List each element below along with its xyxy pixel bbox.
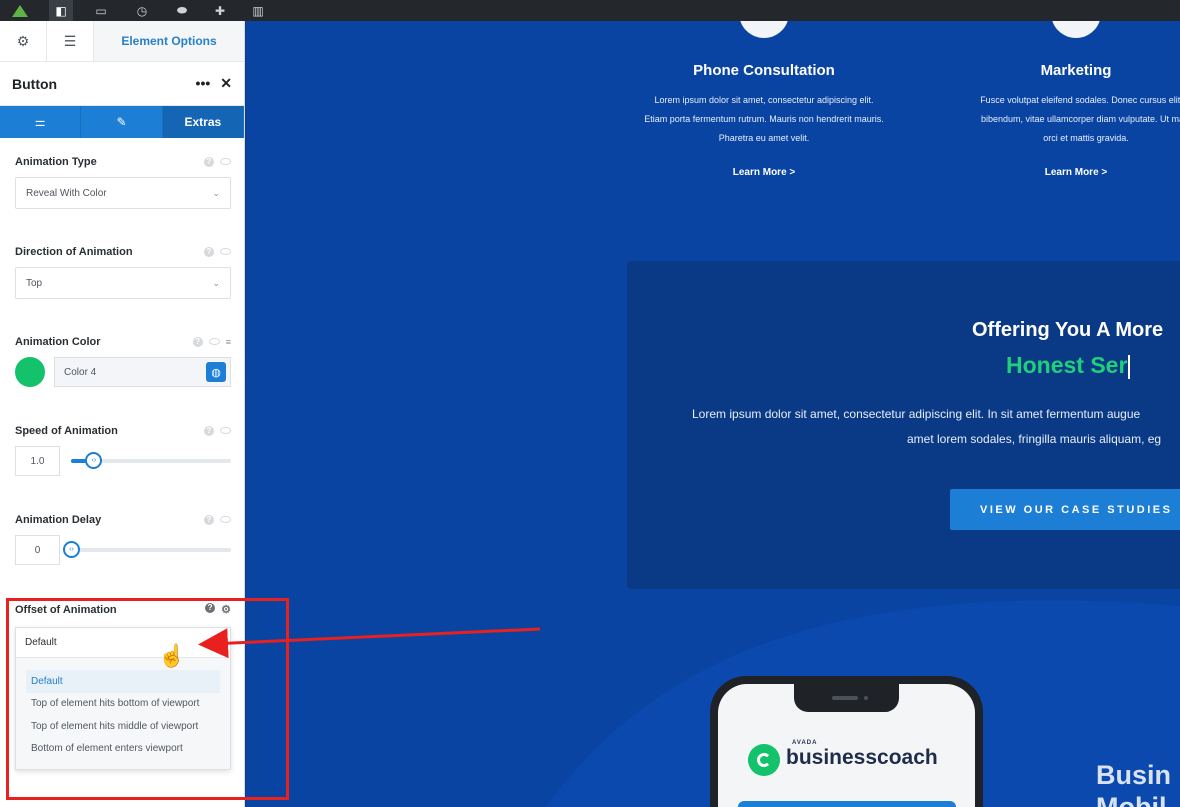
close-icon[interactable]: ✕ [220,75,232,92]
section-heading-partial: Busin Mobil [1096,759,1171,807]
avada-logo-icon[interactable] [8,0,32,21]
phone-screen: AVADA businesscoach [718,684,975,807]
preview-eye-icon[interactable] [220,158,231,165]
heading-line: Mobil [1096,792,1167,807]
page-preview: Phone Consultation Lorem ipsum dolor sit… [246,21,1180,807]
feature-text: Fusce volutpat eleifend sodales. Donec c… [926,91,1180,148]
feature-title: Marketing [1040,62,1112,79]
offer-subtitle: Honest Ser [1006,352,1130,379]
color-value: Color 4 [64,366,97,378]
delay-slider[interactable]: ‹› [63,541,231,558]
help-icon[interactable]: ? [192,337,203,347]
mode-tabs: ⚌ ✎ Extras [0,106,244,138]
global-color-icon[interactable]: ◍ [206,362,226,382]
feature-title: Phone Consultation [693,62,835,79]
preview-eye-icon[interactable] [220,516,231,523]
animation-type-value: Reveal With Color [26,187,107,199]
phone-mockup: AVADA businesscoach [710,676,983,807]
offer-text: amet lorem sodales, fringilla mauris ali… [907,432,1162,446]
more-options-icon[interactable]: ••• [196,75,211,92]
offer-subtitle-text: Honest Ser [1006,352,1128,378]
delay-input[interactable]: 0 [15,535,60,565]
container-icon[interactable]: ▭ [89,0,113,21]
sidebar-tabs: ⚙ ☰ Element Options [0,21,244,62]
tab-element-options[interactable]: Element Options [94,21,244,61]
delay-label: Animation Delay [15,514,102,526]
layout-icon[interactable]: ◧ [49,0,73,21]
feature-text-line: Lorem ipsum dolor sit amet, consectetur … [654,95,874,105]
brand-name: businesscoach [786,746,938,769]
speed-slider[interactable]: ‹› [71,452,231,469]
chevron-down-icon: ⌄ [212,277,220,288]
feature-text-line: Etiam porta fermentum rutrum. Mauris non… [644,114,884,124]
delay-option: Animation Delay ? 0 ‹› [15,514,231,565]
tab-general[interactable]: ⚌ [0,106,82,138]
help-icon[interactable]: ? [204,515,214,525]
direction-value: Top [26,277,43,289]
animation-color-label: Animation Color [15,336,101,348]
preview-eye-icon[interactable] [208,338,220,345]
toggle-icon[interactable]: ⬬ [170,0,194,21]
panel-header: Button ••• ✕ [0,62,244,106]
heading-line: Busin [1096,760,1172,790]
tab-design[interactable]: ✎ [81,106,163,138]
typing-caret [1128,354,1130,379]
direction-option: Direction of Animation ? Top ⌄ [15,246,231,299]
history-icon[interactable]: ◷ [130,0,154,21]
speed-slider-handle[interactable]: ‹› [85,452,103,469]
panel-title: Button [12,75,58,92]
top-toolbar: ◧ ▭ ◷ ⬬ ✚ ▥ [0,0,1180,21]
preview-eye-icon[interactable] [220,427,231,434]
businesscoach-logo-icon [748,744,780,776]
speed-label: Speed of Animation [15,425,118,437]
sliders-icon[interactable]: ☰ [47,21,94,61]
speed-option: Speed of Animation ? 1.0 ‹› [15,425,231,476]
color-input[interactable]: Color 4 ◍ [54,357,231,387]
phone-notch [794,684,899,712]
feature-text-line: orci et mattis gravida. [1043,133,1129,143]
phone-button [738,801,956,807]
direction-label: Direction of Animation [15,246,133,258]
view-case-studies-button[interactable]: VIEW OUR CASE STUDIES [950,489,1180,530]
learn-more-link[interactable]: Learn More > [664,167,864,178]
preview-eye-icon[interactable] [220,248,231,255]
learn-more-link[interactable]: Learn More > [976,167,1176,178]
brush-icon: ✎ [116,115,127,129]
animation-color-option: Animation Color ? ≡ Color 4 ◍ [15,336,231,387]
feature-text-line: bibendum, vitae ullamcorper diam vulputa… [980,114,1180,124]
offer-title: Offering You A More [972,319,1164,341]
annotation-highlight-box [6,598,289,800]
offer-section [627,261,1180,589]
direction-select[interactable]: Top ⌄ [15,267,231,299]
help-icon[interactable]: ? [204,157,214,167]
trash-icon[interactable]: ▥ [246,0,270,21]
offer-text: Lorem ipsum dolor sit amet, consectetur … [692,407,1141,421]
sliders-toggle-icon: ⚌ [34,115,46,129]
feature-text-line: Pharetra eu amet velit. [718,133,810,143]
help-icon[interactable]: ? [204,247,214,257]
menu-icon[interactable]: ≡ [226,337,231,347]
feature-text-line: Fusce volutpat eleifend sodales. Donec c… [980,95,1180,105]
color-swatch[interactable] [15,357,45,387]
animation-type-option: Animation Type ? Reveal With Color ⌄ [15,156,231,209]
animation-type-label: Animation Type [15,156,97,168]
tab-extras[interactable]: Extras [162,106,244,138]
animation-type-select[interactable]: Reveal With Color ⌄ [15,177,231,209]
plus-icon[interactable]: ✚ [208,0,232,21]
delay-slider-handle[interactable]: ‹› [63,541,80,558]
feature-text: Lorem ipsum dolor sit amet, consectetur … [604,91,924,148]
help-icon[interactable]: ? [204,426,214,436]
chevron-down-icon: ⌄ [212,187,220,198]
speed-input[interactable]: 1.0 [15,446,60,476]
settings-gear-icon[interactable]: ⚙ [0,21,47,61]
